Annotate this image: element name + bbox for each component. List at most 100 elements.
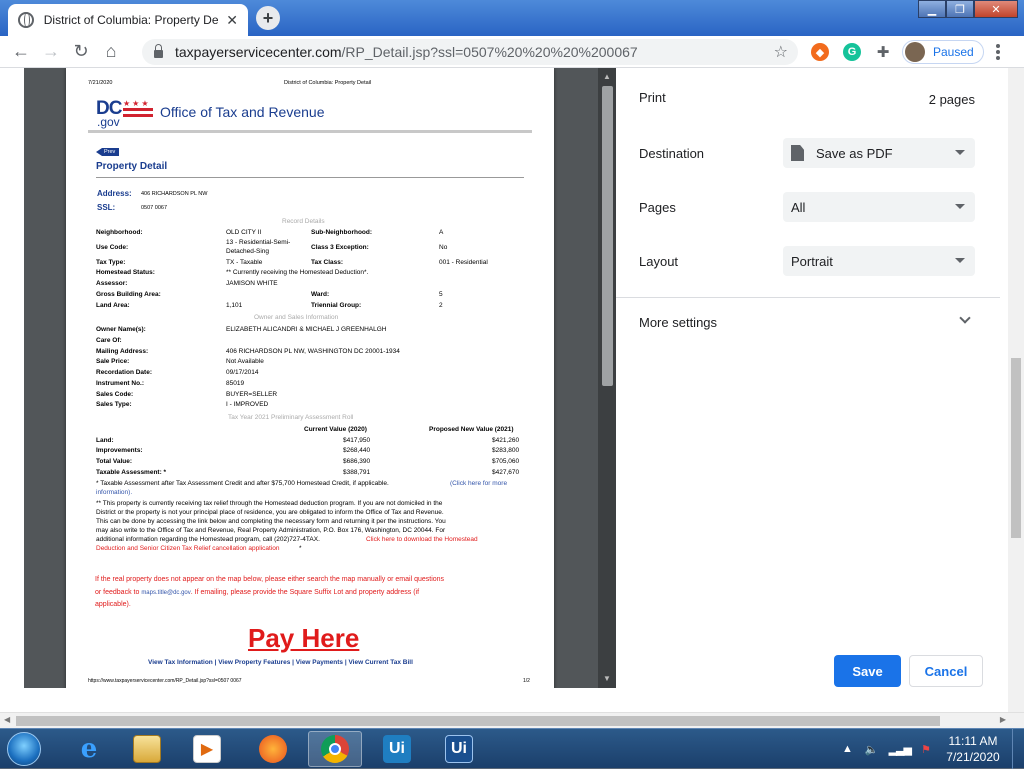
scroll-right-arrow-icon[interactable]: ▶ — [1000, 715, 1006, 724]
window-close-button[interactable]: ✕ — [974, 0, 1018, 18]
view-payments-link[interactable]: View Payments — [296, 659, 343, 666]
pay-here-link[interactable]: Pay Here — [248, 623, 359, 654]
scroll-left-arrow-icon[interactable]: ◀ — [4, 715, 10, 724]
start-button[interactable] — [2, 729, 46, 769]
assessment-row-label: Total Value: — [96, 458, 132, 465]
dialog-divider — [616, 297, 1000, 298]
maximize-button[interactable]: ❐ — [946, 0, 974, 18]
field-label: Triennial Group: — [311, 302, 362, 309]
taskbar-firefox[interactable] — [246, 731, 300, 767]
field-label: Assessor: — [96, 280, 128, 287]
map-email-link[interactable]: maps.title@dc.gov — [141, 590, 190, 596]
field-value: 001 - Residential — [439, 259, 488, 266]
page-scrollbar-thumb[interactable] — [1011, 358, 1021, 538]
field-value: BUYER=SELLER — [226, 391, 278, 398]
forward-arrow-icon[interactable]: → — [36, 37, 66, 67]
clock-time: 11:11 AM — [948, 734, 998, 748]
taskbar-uipath-2[interactable]: Ui — [432, 731, 486, 767]
reload-icon[interactable]: ↻ — [66, 37, 96, 67]
minimize-button[interactable]: ▁ — [918, 0, 946, 18]
view-current-tax-bill-link[interactable]: View Current Tax Bill — [348, 659, 412, 666]
chevron-down-icon[interactable] — [959, 312, 971, 324]
scroll-down-arrow-icon[interactable]: ▼ — [603, 674, 611, 683]
more-settings-toggle[interactable]: More settings — [639, 315, 717, 330]
volume-icon[interactable]: 🔈 — [865, 743, 879, 756]
field-label: Land Area: — [96, 302, 130, 309]
logo-stars: ★★★ — [123, 99, 151, 108]
uipath-icon: Ui — [445, 735, 473, 763]
pdf-file-icon — [791, 145, 804, 161]
horizontal-scrollbar-thumb[interactable] — [16, 716, 940, 726]
extension-fox-icon[interactable]: ◆ — [811, 43, 829, 61]
destination-select[interactable]: Save as PDF — [783, 138, 975, 168]
network-signal-icon[interactable]: ▂▃▅ — [889, 743, 912, 756]
clock[interactable]: 11:11 AM 7/21/2020 — [940, 733, 1006, 765]
field-value: 85019 — [226, 380, 245, 387]
layout-value: Portrait — [791, 253, 833, 269]
field-label: Tax Type: — [96, 259, 126, 266]
grammarly-icon[interactable]: G — [843, 43, 861, 61]
map-note: . If emailing, please provide the Square… — [190, 589, 420, 596]
scroll-up-arrow-icon[interactable]: ▲ — [603, 72, 611, 81]
dropdown-caret-icon — [955, 258, 965, 263]
homestead-download-link[interactable]: Deduction and Senior Citizen Tax Relief … — [96, 545, 279, 552]
assessment-proposed: $421,260 — [492, 437, 520, 444]
field-label: Owner Name(s): — [96, 326, 146, 333]
preview-scrollbar[interactable]: ▲ ▼ — [598, 68, 616, 688]
address-value: 406 RICHARDSON PL NW — [141, 191, 208, 197]
logo-bar — [123, 114, 153, 117]
field-value: 13 - Residential-Semi- — [226, 239, 291, 246]
taskbar-media-player[interactable]: ▶ — [180, 731, 234, 767]
browser-tab[interactable]: District of Columbia: Property De ✕ — [8, 4, 248, 36]
page-scrollbar[interactable] — [1008, 68, 1024, 712]
browser-menu-icon[interactable] — [996, 44, 1000, 60]
taskbar-chrome[interactable] — [308, 731, 362, 767]
home-icon[interactable]: ⌂ — [96, 37, 126, 67]
close-tab-icon[interactable]: ✕ — [226, 12, 238, 29]
cancel-button[interactable]: Cancel — [909, 655, 983, 687]
back-arrow-icon[interactable]: ← — [6, 37, 36, 67]
new-tab-button[interactable]: + — [256, 6, 280, 30]
folder-icon — [133, 735, 161, 763]
action-center-flag-icon[interactable]: ⚑ — [921, 743, 931, 756]
profile-button[interactable]: Paused — [902, 40, 984, 64]
preview-scrollbar-thumb[interactable] — [602, 86, 613, 386]
assessment-row-label: Land: — [96, 437, 114, 444]
tray-expand-icon[interactable]: ▲ — [842, 743, 853, 755]
record-details-heading: Record Details — [282, 218, 325, 225]
pages-select[interactable]: All — [783, 192, 975, 222]
taskbar-uipath-1[interactable]: Ui — [370, 731, 424, 767]
view-property-features-link[interactable]: View Property Features — [218, 659, 290, 666]
assessment-proposed: $283,800 — [492, 447, 520, 454]
field-label: Use Code: — [96, 244, 129, 251]
lock-icon — [154, 44, 163, 58]
profile-status: Paused — [933, 45, 974, 59]
homestead-note: ** This property is currently receiving … — [96, 500, 443, 507]
homestead-note: This can be done by accessing the link b… — [96, 518, 446, 525]
layout-select[interactable]: Portrait — [783, 246, 975, 276]
field-value: JAMISON WHITE — [226, 280, 278, 287]
internet-explorer-icon: e — [80, 734, 98, 764]
more-info-link[interactable]: (Click here for more — [450, 480, 507, 487]
owner-sales-heading: Owner and Sales Information — [254, 314, 339, 321]
taskbar-ie[interactable]: e — [62, 731, 116, 767]
address-label: Address: — [97, 189, 132, 198]
horizontal-scrollbar[interactable]: ◀ ▶ — [0, 712, 1024, 728]
taskbar-explorer[interactable] — [120, 731, 174, 767]
save-button[interactable]: Save — [834, 655, 901, 687]
homestead-download-link[interactable]: Click here to download the Homestead — [366, 536, 478, 543]
field-value: ** Currently receiving the Homestead Ded… — [226, 269, 369, 276]
bookmark-star-icon[interactable]: ☆ — [774, 42, 788, 62]
field-value: 5 — [439, 291, 443, 298]
field-value: Not Available — [226, 358, 264, 365]
otr-title: Office of Tax and Revenue — [160, 104, 325, 120]
prev-button[interactable]: Prev — [96, 148, 120, 156]
assessment-current: $686,390 — [343, 458, 371, 465]
url-host: taxpayerservicecenter.com — [175, 44, 342, 60]
extensions-puzzle-icon[interactable]: ✚ — [874, 43, 892, 61]
view-tax-info-link[interactable]: View Tax Information — [148, 659, 213, 666]
dropdown-caret-icon — [955, 204, 965, 209]
address-bar[interactable]: taxpayerservicecenter.com/RP_Detail.jsp?… — [142, 39, 798, 65]
more-info-link[interactable]: information). — [96, 489, 132, 496]
show-desktop-button[interactable] — [1012, 729, 1024, 769]
